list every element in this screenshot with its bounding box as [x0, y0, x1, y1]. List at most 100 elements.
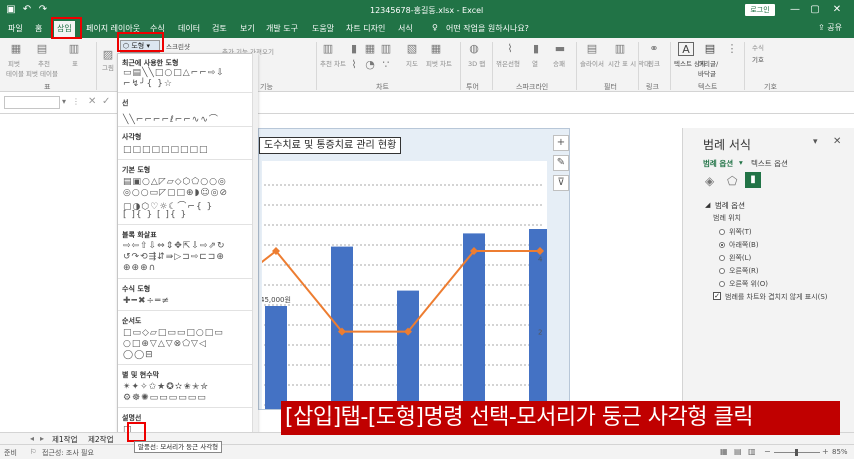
zoom-out-icon[interactable]: − [764, 447, 771, 456]
tab-review[interactable]: 검토 [212, 23, 227, 34]
more-icon[interactable]: ⋮ [72, 97, 80, 106]
shape-row-rect[interactable]: □□□□□□□□□ [123, 145, 209, 155]
text-more-icon[interactable]: ⋮ [724, 42, 740, 56]
zoom-slider-thumb[interactable] [795, 449, 798, 456]
timeline-icon[interactable]: ▥ [612, 42, 628, 56]
next-sheet-icon[interactable]: ▸ [40, 434, 44, 443]
tab-format[interactable]: 서식 [398, 23, 413, 34]
tab-text-options[interactable]: 텍스트 옵션 [751, 158, 788, 169]
status-accessibility[interactable]: 접근성: 조사 필요 [42, 448, 94, 458]
shape-row-basic-1[interactable]: ▤▣○△◸▱◇⬡⬠○○◎ [123, 177, 227, 187]
radio-bottom[interactable] [719, 242, 725, 248]
tell-me-box[interactable]: 어떤 작업을 원하시나요? [446, 23, 529, 34]
pie-chart-icon[interactable]: ◔ [362, 58, 378, 72]
pivot-chart-icon[interactable]: ▦ [428, 42, 444, 56]
redo-icon[interactable]: ↷ [36, 3, 50, 17]
tab-developer[interactable]: 개발 도구 [266, 23, 298, 34]
checkbox-no-overlap[interactable]: ✓ [713, 292, 721, 300]
share-icon: ⇪ [818, 23, 828, 32]
sparkline-line-icon[interactable]: ⌇ [502, 42, 518, 56]
chart-title[interactable]: 도수치료 및 통증치료 관리 현황 [259, 137, 402, 154]
pane-close-icon[interactable]: ✕ [833, 136, 841, 147]
map-icon[interactable]: ▧ [404, 42, 420, 56]
shape-row-basic-4[interactable]: [ ]{ } [ ]{ } [123, 210, 187, 220]
legend-options-icon[interactable]: ▮ [745, 172, 761, 188]
shape-row-arrows-1[interactable]: ⇨⇦⇧⇩⇔⇕✥⇱⇩⇨⇗↻ [123, 241, 226, 251]
share-button[interactable]: ⇪ 공유 [818, 22, 842, 33]
minimize-icon[interactable]: — [788, 3, 802, 17]
chart-filter-icon[interactable]: ⊽ [553, 175, 569, 191]
effects-icon[interactable]: ⬠ [727, 174, 737, 188]
accessibility-icon[interactable]: ⚐ [30, 448, 36, 456]
shape-row-basic-2[interactable]: ◎○○▭◸▢□⊕◗☺◎⊘ [123, 188, 228, 198]
enter-icon[interactable]: ✓ [102, 96, 110, 107]
tab-data[interactable]: 데이터 [178, 23, 200, 34]
shape-row-recent-1[interactable]: ▭▤╲╲□○□△⌐⌐⇨⇩ [123, 68, 225, 78]
pivot-table-icon[interactable]: ▦ [8, 42, 24, 56]
symbol-label[interactable]: 기호 [752, 54, 764, 64]
stat-chart-icon[interactable]: ▥ [378, 42, 394, 56]
tab-file[interactable]: 파일 [8, 23, 23, 34]
cancel-icon[interactable]: ✕ [88, 96, 96, 107]
chart-styles-icon[interactable]: ✎ [553, 155, 569, 171]
zoom-in-icon[interactable]: + [822, 447, 829, 456]
section-expand-icon[interactable]: ◢ [705, 201, 710, 209]
prev-sheet-icon[interactable]: ◂ [30, 434, 34, 443]
radio-top-right[interactable] [719, 281, 725, 287]
tab-chart-design[interactable]: 차트 디자인 [346, 23, 385, 34]
link-icon[interactable]: ⚭ [646, 42, 662, 56]
close-icon[interactable]: ✕ [830, 3, 844, 17]
save-icon[interactable]: ▣ [4, 3, 18, 17]
plot-area[interactable]: 45,000원 4 2 [259, 161, 551, 409]
equation-label[interactable]: 수식 [752, 42, 764, 52]
shape-row-flow-3[interactable]: ◯◯⊟ [123, 350, 154, 360]
shape-row-recent-2[interactable]: ⌐↯╯{ }☆ [123, 79, 173, 89]
scatter-chart-icon[interactable]: ∵ [378, 58, 394, 72]
shape-row-flow-1[interactable]: □▭◇▱□▭▭□○□▭ [123, 328, 224, 338]
shape-row-arrows-3[interactable]: ⊕⊕⊕∩ [123, 263, 156, 273]
page-break-icon[interactable]: ▥ [748, 447, 756, 456]
pictures-icon[interactable]: ▨ [100, 48, 116, 62]
name-box[interactable] [4, 96, 60, 109]
recommended-charts-icon[interactable]: ▥ [320, 42, 336, 56]
radio-top[interactable] [719, 229, 725, 235]
login-button[interactable]: 로그인 [745, 4, 775, 16]
shape-row-lines[interactable]: ╲╲⌐⌐⌐⌐ℓ⌐⌐∿∿⌒ [123, 112, 219, 125]
sparkline-winloss-icon[interactable]: ▬ [552, 42, 568, 56]
shape-row-stars-2[interactable]: ⚙☸✺▭▭▭▭▭▭ [123, 393, 207, 403]
tab-legend-options[interactable]: 범례 옵션 [703, 158, 733, 169]
normal-view-icon[interactable]: ▦ [720, 447, 728, 456]
hierarchy-chart-icon[interactable]: ▦ [362, 42, 378, 56]
column-chart-icon[interactable]: ▮ [346, 42, 362, 56]
shape-row-equation[interactable]: ✚━✖÷═≠ [123, 296, 170, 306]
gallery-scrollbar[interactable] [252, 53, 258, 447]
shape-row-stars-1[interactable]: ✴✦✧✩★✪✫✬✭✮ [123, 382, 209, 392]
recommended-pivot-icon[interactable]: ▤ [34, 42, 50, 56]
fill-line-icon[interactable]: ◈ [705, 174, 714, 188]
table-icon[interactable]: ▥ [66, 42, 82, 56]
zoom-level[interactable]: 85% [832, 448, 848, 456]
section-legend-options[interactable]: 범례 옵션 [715, 200, 745, 211]
legend-options-chevron-icon[interactable]: ▾ [739, 158, 743, 167]
chart-elements-icon[interactable]: + [553, 135, 569, 151]
header-footer-icon[interactable]: ▤ [702, 42, 718, 56]
textbox-icon[interactable]: A [678, 42, 694, 56]
3d-map-icon[interactable]: ◍ [466, 42, 482, 56]
sparkline-column-icon[interactable]: ▮ [528, 42, 544, 56]
screenshot-label[interactable]: 스크린샷 [166, 41, 190, 51]
tab-home[interactable]: 홈 [35, 23, 42, 34]
shape-row-arrows-2[interactable]: ↺↷⟲⇶⇵⇛▷⊐⇨⊏⊐⊕ [123, 252, 225, 262]
maximize-icon[interactable]: ▢ [808, 3, 822, 17]
chart-area[interactable]: 45,000원 4 2 도수치료 및 통증치료 관리 현황 + ✎ ⊽ [258, 128, 570, 410]
tab-view[interactable]: 보기 [240, 23, 255, 34]
namebox-dropdown-icon[interactable]: ▾ [62, 97, 66, 106]
undo-icon[interactable]: ↶ [20, 3, 34, 17]
radio-right[interactable] [719, 268, 725, 274]
pane-options-icon[interactable]: ▾ [813, 137, 818, 147]
shape-row-flow-2[interactable]: ○□⊕▽△▽⊗⬠▽◁ [123, 339, 207, 349]
slicer-icon[interactable]: ▤ [584, 42, 600, 56]
radio-left[interactable] [719, 255, 725, 261]
page-layout-icon[interactable]: ▤ [734, 447, 742, 456]
line-chart-icon[interactable]: ⌇ [346, 58, 362, 72]
tab-help[interactable]: 도움말 [312, 23, 334, 34]
